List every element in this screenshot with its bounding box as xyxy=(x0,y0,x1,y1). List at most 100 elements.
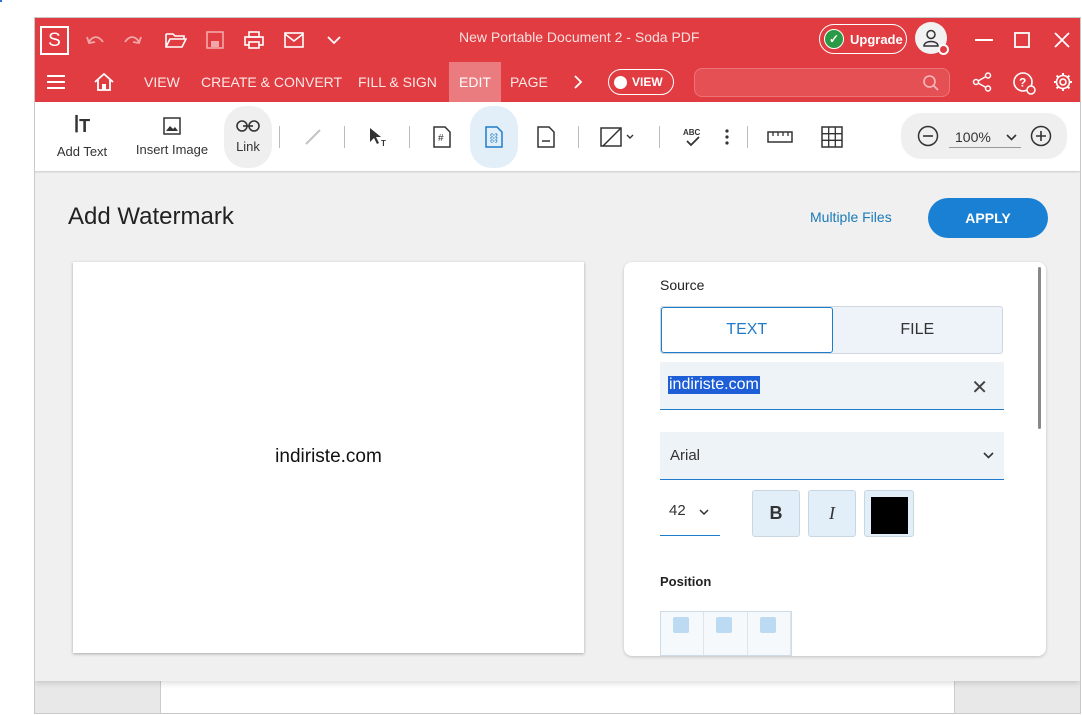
font-select[interactable]: Arial xyxy=(660,432,1004,480)
maximize-icon[interactable] xyxy=(1010,28,1034,52)
grid-tool[interactable] xyxy=(815,102,849,172)
close-icon[interactable] xyxy=(1050,28,1074,52)
menu-edit[interactable]: EDIT xyxy=(449,62,501,102)
title-bar: S New Portable Document 2 - Soda PDF ✓ U… xyxy=(35,18,1080,62)
toolbar-divider xyxy=(344,126,345,148)
menu-view[interactable]: VIEW xyxy=(144,62,180,102)
grid-icon xyxy=(821,126,843,148)
redact-tool[interactable] xyxy=(595,102,641,172)
svg-text:?: ? xyxy=(1019,76,1026,90)
position-cell-top-right[interactable] xyxy=(748,612,791,655)
text-cursor-icon: ꟾT xyxy=(73,115,91,136)
undo-icon[interactable] xyxy=(83,29,107,53)
chevron-down-icon[interactable] xyxy=(323,30,345,50)
menu-create-convert[interactable]: CREATE & CONVERT xyxy=(201,62,342,102)
zoom-out-icon[interactable] xyxy=(917,125,939,147)
gear-icon[interactable] xyxy=(1051,70,1075,94)
more-options-tool[interactable] xyxy=(717,102,737,172)
toggle-knob xyxy=(614,75,627,89)
bold-button[interactable]: B xyxy=(752,490,800,537)
link-label: Link xyxy=(236,139,260,154)
redo-icon[interactable] xyxy=(121,29,145,53)
color-picker-button[interactable] xyxy=(864,490,914,537)
preview-watermark-text: indiriste.com xyxy=(275,446,382,467)
user-icon xyxy=(923,29,939,47)
window-title: New Portable Document 2 - Soda PDF xyxy=(459,29,700,45)
add-text-tool[interactable]: ꟾT Add Text xyxy=(52,102,112,172)
font-size-value: 42 xyxy=(669,502,686,519)
upgrade-button[interactable]: ✓ Upgrade xyxy=(819,24,907,54)
font-size-select[interactable]: 42 xyxy=(660,490,720,536)
hamburger-icon[interactable] xyxy=(44,71,68,93)
link-tool[interactable]: Link xyxy=(224,106,272,168)
menu-page[interactable]: PAGE xyxy=(510,62,548,102)
help-icon[interactable]: ? xyxy=(1011,70,1037,96)
edit-toolbar: ꟾT Add Text Insert Image Link T # ABC 10… xyxy=(35,102,1080,172)
insert-image-tool[interactable]: Insert Image xyxy=(132,102,212,172)
watermark-tool[interactable] xyxy=(470,106,518,168)
print-icon[interactable] xyxy=(242,28,266,52)
minimize-icon[interactable] xyxy=(972,28,996,52)
signature-box-icon xyxy=(600,127,634,147)
header-footer-tool[interactable] xyxy=(530,102,562,172)
image-icon xyxy=(163,117,181,135)
brush-tool[interactable] xyxy=(297,102,329,172)
watermark-text-value: indiriste.com xyxy=(668,376,760,394)
apply-button[interactable]: APPLY xyxy=(928,198,1048,238)
multiple-files-link[interactable]: Multiple Files xyxy=(810,209,892,225)
app-window: S New Portable Document 2 - Soda PDF ✓ U… xyxy=(34,17,1081,714)
watermark-text-input[interactable]: indiriste.com ✕ xyxy=(660,362,1004,410)
chevron-down-icon xyxy=(1006,134,1017,141)
svg-text:ABC: ABC xyxy=(683,128,701,137)
share-icon[interactable] xyxy=(970,70,994,94)
panel-scrollbar[interactable] xyxy=(1038,267,1041,429)
open-folder-icon[interactable] xyxy=(163,28,189,52)
position-cell-top-left[interactable] xyxy=(661,612,705,655)
page-icon xyxy=(537,126,555,148)
link-icon xyxy=(236,120,260,132)
soda-logo[interactable]: S xyxy=(40,26,69,55)
brush-icon xyxy=(305,129,321,145)
toolbar-divider xyxy=(747,126,748,148)
zoom-select[interactable]: 100% xyxy=(949,126,1021,148)
notification-dot xyxy=(938,44,949,55)
toolbar-divider xyxy=(409,126,410,148)
menu-bar: VIEW CREATE & CONVERT FILL & SIGN EDIT P… xyxy=(35,62,1080,102)
zoom-value: 100% xyxy=(955,129,991,145)
source-file-tab[interactable]: FILE xyxy=(833,307,1003,353)
select-text-tool[interactable]: T xyxy=(362,102,394,172)
add-text-label: Add Text xyxy=(56,143,108,159)
chevron-down-icon xyxy=(983,452,994,459)
clear-icon[interactable]: ✕ xyxy=(971,375,988,400)
ruler-icon xyxy=(767,131,793,143)
save-icon[interactable] xyxy=(203,28,227,52)
italic-button[interactable]: I xyxy=(808,490,856,537)
toolbar-divider xyxy=(279,126,280,148)
mail-icon[interactable] xyxy=(282,28,306,52)
kebab-icon xyxy=(725,129,729,145)
source-label: Source xyxy=(660,277,705,293)
chevron-right-icon[interactable] xyxy=(568,72,588,92)
menu-fill-sign[interactable]: FILL & SIGN xyxy=(358,62,437,102)
view-toggle[interactable]: VIEW xyxy=(608,69,674,95)
ruler-tool[interactable] xyxy=(763,102,797,172)
source-text-tab[interactable]: TEXT xyxy=(661,307,833,353)
desktop-pixel xyxy=(0,0,2,2)
position-cell-top-center[interactable] xyxy=(704,612,748,655)
document-page-background xyxy=(160,680,955,713)
home-icon[interactable] xyxy=(92,70,116,94)
cursor-icon: T xyxy=(370,128,386,147)
view-toggle-label: VIEW xyxy=(632,75,663,89)
toolbar-divider xyxy=(659,126,660,148)
zoom-in-icon[interactable] xyxy=(1030,125,1052,147)
font-value: Arial xyxy=(670,447,701,464)
svg-text:T: T xyxy=(381,139,386,147)
spellcheck-tool[interactable]: ABC xyxy=(677,102,709,172)
page-number-tool[interactable]: # xyxy=(426,102,458,172)
zoom-control: 100% xyxy=(901,113,1067,159)
add-watermark-dialog: Add Watermark Multiple Files APPLY indir… xyxy=(35,173,1080,681)
avatar[interactable] xyxy=(915,22,949,55)
watermark-preview: indiriste.com xyxy=(73,262,584,653)
dialog-title: Add Watermark xyxy=(68,203,234,230)
search-input[interactable] xyxy=(694,68,950,97)
